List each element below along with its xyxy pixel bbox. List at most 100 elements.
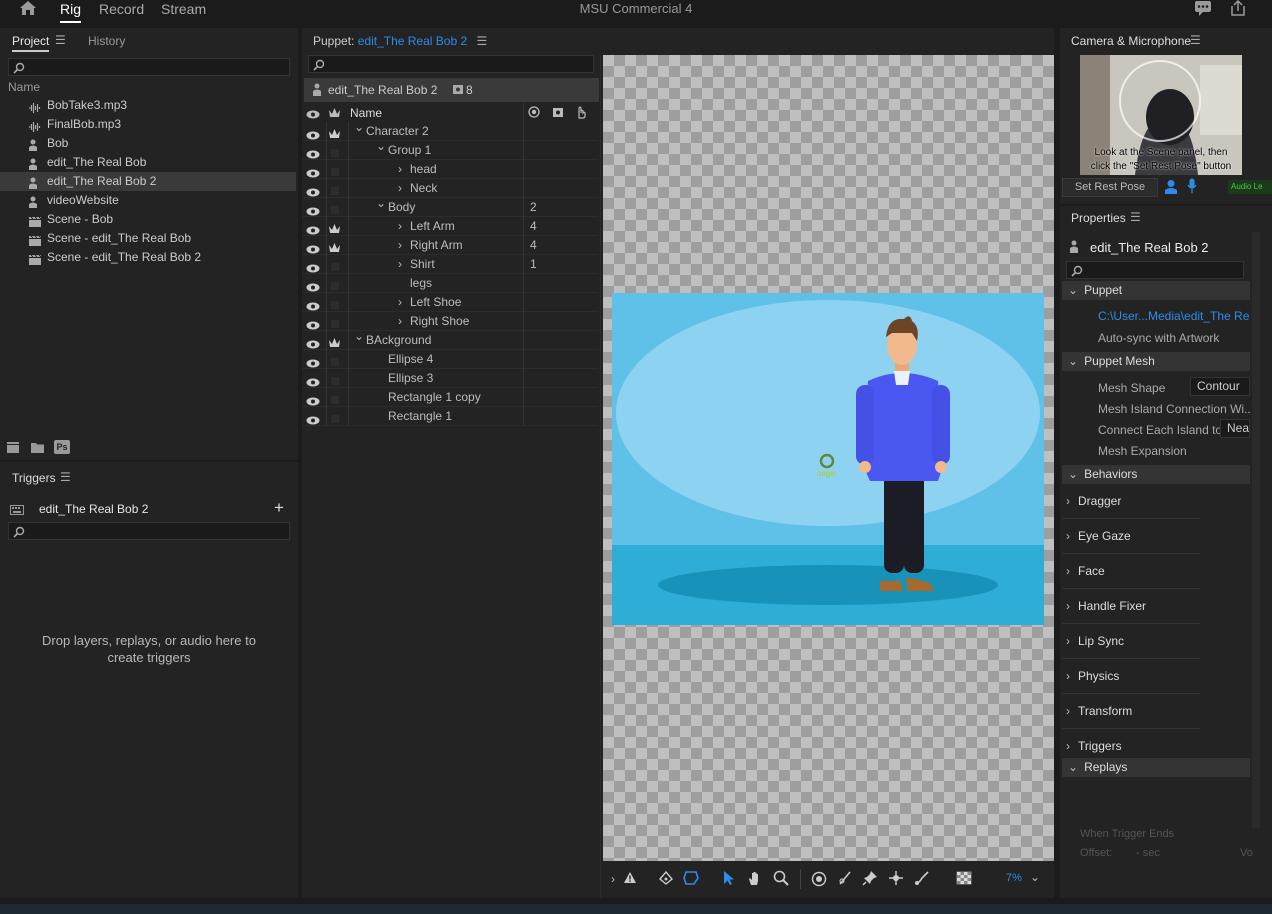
chevron-right-icon[interactable]: › (611, 872, 615, 886)
behavior-item[interactable]: › Eye Gaze (1062, 519, 1200, 554)
layer-row[interactable]: ⌄ Body 2 (302, 196, 598, 217)
project-item[interactable]: edit_The Real Bob (0, 153, 296, 172)
origin-tool-icon[interactable] (811, 871, 827, 890)
layer-row[interactable]: › Shirt 1 (302, 255, 598, 274)
independent-toggle[interactable] (328, 411, 341, 430)
section-replays[interactable]: ⌄ Replays (1062, 758, 1250, 777)
feedback-icon[interactable] (1194, 0, 1212, 19)
camera-toggle-icon[interactable] (1164, 179, 1178, 197)
set-rest-pose-button[interactable]: Set Rest Pose (1062, 178, 1158, 197)
layer-row[interactable]: › Right Arm 4 (302, 236, 598, 255)
menu-icon[interactable]: ☰ (476, 34, 487, 48)
chevron-down-icon[interactable]: ⌄ (376, 194, 386, 213)
pen-tool-icon[interactable] (658, 870, 674, 888)
puppet-header-row[interactable]: edit_The Real Bob 2 8 (304, 78, 599, 102)
chevron-right-icon[interactable]: › (1066, 564, 1070, 578)
section-puppet[interactable]: ⌄ Puppet (1062, 281, 1250, 300)
layer-row[interactable]: › Left Arm 4 (302, 217, 598, 236)
properties-scrollbar[interactable] (1252, 232, 1260, 828)
triggers-title[interactable]: Triggers (12, 471, 56, 485)
triggers-search-input[interactable] (8, 522, 290, 540)
chevron-right-icon[interactable]: › (1066, 634, 1070, 648)
project-search-input[interactable] (8, 58, 290, 76)
chevron-down-icon[interactable]: ⌄ (376, 137, 386, 156)
layer-row[interactable]: › head (302, 160, 598, 179)
layer-row[interactable]: Rectangle 1 copy (302, 388, 598, 407)
tab-history[interactable]: History (88, 34, 125, 48)
layer-row[interactable]: ⌄ BAckground (302, 329, 598, 350)
chevron-right-icon[interactable]: › (1066, 739, 1070, 753)
chevron-right-icon[interactable]: › (398, 293, 402, 312)
puppet-path-link[interactable]: C:\User...Media\edit_The Real B (1098, 309, 1250, 323)
menu-icon[interactable]: ☰ (1130, 210, 1141, 224)
chevron-right-icon[interactable]: › (398, 312, 402, 331)
behavior-item[interactable]: › Face (1062, 554, 1200, 589)
artwork[interactable]: origin (612, 293, 1044, 625)
properties-title[interactable]: Properties (1071, 211, 1126, 225)
behavior-item[interactable]: › Lip Sync (1062, 624, 1200, 659)
share-icon[interactable] (1229, 0, 1247, 19)
warning-icon[interactable] (623, 871, 637, 887)
chevron-down-icon[interactable]: ⌄ (1030, 870, 1040, 884)
behavior-item[interactable]: › Dragger (1062, 484, 1200, 519)
layer-row[interactable]: › Left Shoe (302, 293, 598, 312)
project-item[interactable]: FinalBob.mp3 (0, 115, 296, 134)
hand-tool-icon[interactable] (747, 870, 763, 889)
scene-canvas[interactable]: origin (603, 55, 1054, 861)
layer-row[interactable]: Rectangle 1 (302, 407, 598, 426)
chevron-down-icon[interactable]: ⌄ (354, 118, 364, 137)
layer-row[interactable]: legs (302, 274, 598, 293)
project-item[interactable]: Scene - edit_The Real Bob (0, 229, 296, 248)
project-item[interactable]: Scene - Bob (0, 210, 296, 229)
chevron-right-icon[interactable]: › (1066, 529, 1070, 543)
origin-marker[interactable] (814, 453, 844, 483)
project-item[interactable]: Bob (0, 134, 296, 153)
project-item[interactable]: videoWebsite (0, 191, 296, 210)
zoom-tool-icon[interactable] (773, 870, 789, 889)
mesh-shape-select[interactable]: Contour (1190, 377, 1250, 396)
zoom-level[interactable]: 7% (1006, 872, 1022, 884)
layer-row[interactable]: › Neck (302, 179, 598, 198)
layer-row[interactable]: Ellipse 3 (302, 369, 598, 388)
project-item[interactable]: Scene - edit_The Real Bob 2 (0, 248, 296, 267)
section-behaviors[interactable]: ⌄ Behaviors (1062, 465, 1250, 484)
section-puppet-mesh[interactable]: ⌄ Puppet Mesh (1062, 352, 1250, 371)
chevron-right-icon[interactable]: › (1066, 704, 1070, 718)
puppet-title-link[interactable]: edit_The Real Bob 2 (358, 34, 467, 48)
behavior-item[interactable]: › Handle Fixer (1062, 589, 1200, 624)
camera-title[interactable]: Camera & Microphone (1071, 34, 1191, 48)
folder-icon[interactable] (30, 441, 45, 456)
puppet-search-input[interactable] (308, 55, 594, 73)
project-item[interactable]: BobTake3.mp3 (0, 96, 296, 115)
behavior-item[interactable]: › Transform (1062, 694, 1200, 729)
project-item[interactable]: edit_The Real Bob 2 (0, 172, 296, 191)
photoshop-icon[interactable]: Ps (54, 440, 70, 454)
chevron-down-icon[interactable]: ⌄ (354, 327, 364, 346)
tab-project[interactable]: Project (12, 34, 50, 52)
menu-icon[interactable]: ☰ (60, 470, 71, 484)
chevron-right-icon[interactable]: › (1066, 669, 1070, 683)
visibility-icon[interactable] (306, 412, 320, 431)
chevron-right-icon[interactable]: › (398, 255, 402, 274)
stick-tool-icon[interactable] (837, 870, 853, 889)
chevron-right-icon[interactable]: › (1066, 599, 1070, 613)
properties-search-input[interactable] (1066, 261, 1244, 279)
chevron-right-icon[interactable]: › (398, 217, 402, 236)
add-trigger-button[interactable]: + (274, 498, 284, 518)
mesh-tool-icon[interactable] (683, 871, 699, 888)
chevron-right-icon[interactable]: › (398, 236, 402, 255)
column-header-name[interactable]: Name (8, 80, 40, 94)
menu-icon[interactable]: ☰ (55, 33, 66, 47)
select-tool-icon[interactable] (722, 870, 736, 889)
transparency-grid-icon[interactable] (956, 871, 972, 888)
microphone-icon[interactable] (1187, 178, 1197, 197)
chevron-right-icon[interactable]: › (1066, 494, 1070, 508)
chevron-right-icon[interactable]: › (398, 179, 402, 198)
dragger-tool-icon[interactable] (888, 870, 904, 889)
new-scene-icon[interactable] (6, 441, 20, 456)
chevron-right-icon[interactable]: › (398, 160, 402, 179)
draggable-tool-icon[interactable] (914, 870, 930, 889)
menu-icon[interactable]: ☰ (1190, 33, 1201, 47)
layer-row[interactable]: › Right Shoe (302, 312, 598, 331)
behavior-item[interactable]: › Physics (1062, 659, 1200, 694)
